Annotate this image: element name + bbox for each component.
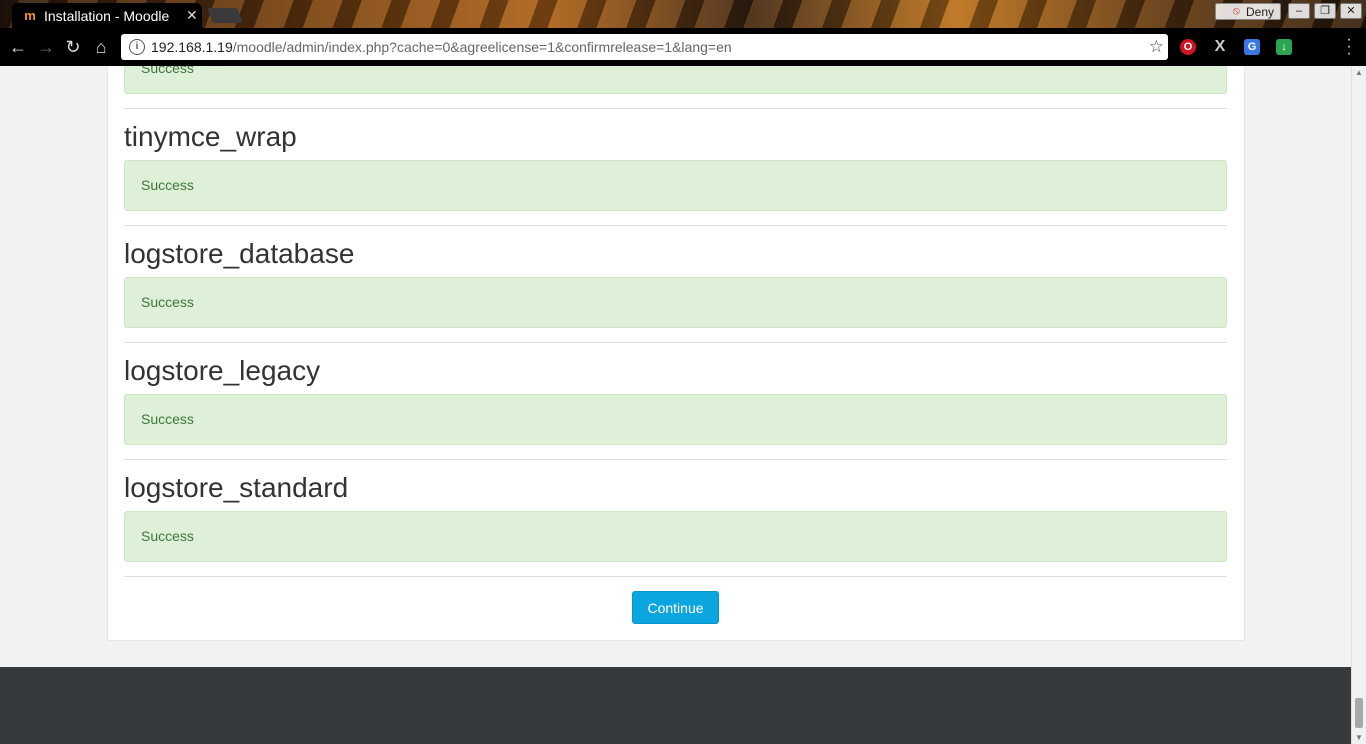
divider: [124, 459, 1227, 460]
new-tab-button[interactable]: [207, 8, 243, 23]
continue-button[interactable]: Continue: [632, 591, 719, 624]
home-icon[interactable]: ⌂: [90, 36, 112, 58]
scroll-thumb[interactable]: [1355, 698, 1363, 728]
divider: [124, 108, 1227, 109]
x-icon[interactable]: X: [1212, 39, 1228, 55]
minimize-button[interactable]: –: [1288, 3, 1310, 19]
page-footer: [0, 667, 1351, 744]
address-bar[interactable]: i 192.168.1.19/moodle/admin/index.php?ca…: [121, 34, 1168, 60]
url-path: /moodle/admin/index.php?cache=0&agreelic…: [232, 39, 732, 55]
divider: [124, 576, 1227, 577]
back-icon[interactable]: ←: [7, 36, 29, 58]
scroll-down-icon[interactable]: ▼: [1355, 733, 1363, 742]
tab-close-icon[interactable]: ✕: [186, 7, 198, 24]
scroll-up-icon[interactable]: ▲: [1355, 68, 1363, 77]
page-viewport: Success tinymce_wrap Success logstore_da…: [0, 66, 1351, 744]
success-alert: Success: [124, 394, 1227, 445]
divider: [124, 225, 1227, 226]
maximize-button[interactable]: ❐: [1314, 3, 1336, 19]
browser-menu-icon[interactable]: · · ·: [1343, 32, 1355, 62]
vertical-scrollbar[interactable]: ▲ ▼: [1351, 66, 1366, 744]
plugin-heading: logstore_legacy: [124, 355, 321, 386]
forward-icon[interactable]: →: [35, 36, 57, 58]
divider: [124, 342, 1227, 343]
browser-toolbar: ← → ↻ ⌂ i 192.168.1.19/moodle/admin/inde…: [0, 28, 1366, 66]
tab-title: Installation - Moodle: [44, 7, 170, 24]
translate-icon[interactable]: G: [1244, 39, 1260, 55]
success-alert: Success: [124, 511, 1227, 562]
plugin-heading: tinymce_wrap: [124, 121, 297, 152]
opera-icon[interactable]: O: [1180, 39, 1196, 55]
plugin-heading: logstore_database: [124, 238, 355, 269]
deny-label: Deny: [1245, 4, 1274, 19]
deny-icon: ⦸: [1232, 5, 1240, 17]
url-host: 192.168.1.19: [151, 39, 233, 55]
bookmark-star-icon[interactable]: ☆: [1149, 37, 1164, 57]
window-titlebar: m Installation - Moodle ✕ ⦸ Deny – ❐ ✕: [0, 0, 1366, 28]
deny-button[interactable]: ⦸ Deny: [1215, 3, 1281, 20]
reload-icon[interactable]: ↻: [62, 36, 84, 58]
success-alert: Success: [124, 277, 1227, 328]
success-alert: Success: [124, 66, 1227, 94]
moodle-favicon-icon: m: [24, 7, 36, 23]
download-icon[interactable]: ↓: [1276, 39, 1292, 55]
browser-tab[interactable]: m Installation - Moodle ✕: [12, 3, 202, 28]
close-window-button[interactable]: ✕: [1340, 3, 1362, 19]
plugin-heading: logstore_standard: [124, 472, 349, 503]
success-alert: Success: [124, 160, 1227, 211]
info-icon[interactable]: i: [129, 39, 145, 55]
